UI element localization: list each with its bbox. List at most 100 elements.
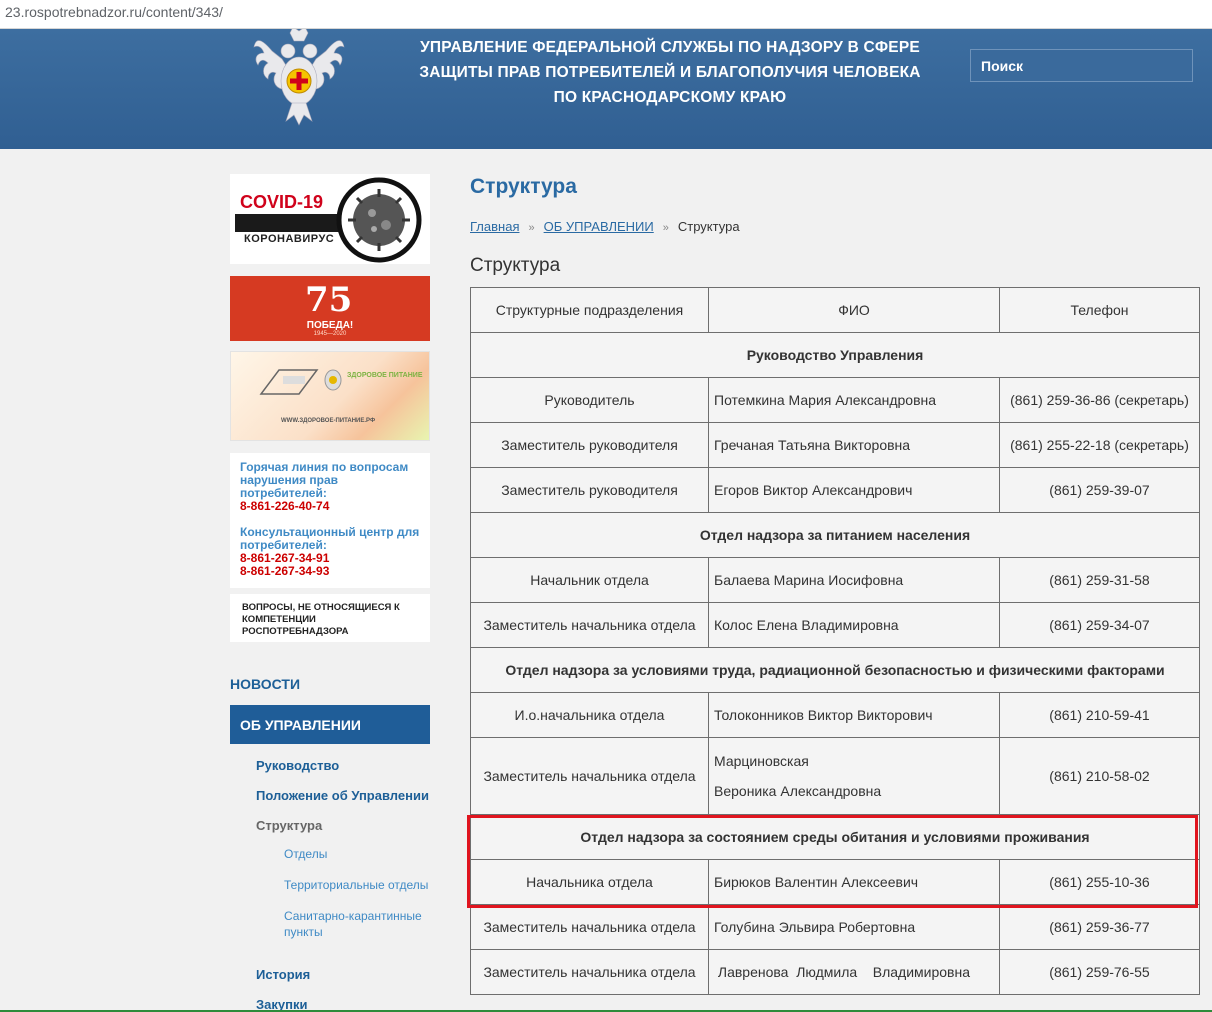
pobeda-years: 1945—2020 — [313, 331, 347, 337]
cell-name: Бирюков Валентин Алексеевич — [708, 859, 1000, 905]
title-line-2: ЗАЩИТЫ ПРАВ ПОТРЕБИТЕЛЕЙ И БЛАГОПОЛУЧИЯ … — [419, 64, 921, 81]
nav-sub-departments[interactable]: Отделы — [284, 846, 434, 862]
table-row: Заместитель начальника отдела Марциновска… — [470, 737, 1200, 815]
cell-phone: (861) 259-76-55 — [999, 949, 1200, 995]
nav-news[interactable]: НОВОСТИ — [230, 676, 300, 692]
cell-name: Балаева Марина Иосифовна — [708, 557, 1000, 603]
header-cell-department: Структурные подразделения — [470, 287, 709, 333]
cell-position: Начальника отдела — [470, 859, 709, 905]
cell-name: Колос Елена Владимировна — [708, 602, 1000, 648]
cell-position: Заместитель руководителя — [470, 467, 709, 513]
cell-phone: (861) 259-39-07 — [999, 467, 1200, 513]
cell-position: Заместитель начальника отдела — [470, 602, 709, 648]
cell-position: Начальник отдела — [470, 557, 709, 603]
table-header-row: Структурные подразделения ФИО Телефон — [470, 287, 1200, 333]
table-row: Заместитель начальника отдела Голубина Эл… — [470, 904, 1200, 950]
virus-icon — [336, 177, 422, 263]
cell-phone: (861) 259-31-58 — [999, 557, 1200, 603]
healthy-food-banner[interactable]: ЗДОРОВОЕ ПИТАНИЕ WWW.ЗДОРОВОЕ-ПИТАНИЕ.РФ — [230, 351, 430, 441]
emblem-small-icon — [324, 369, 342, 391]
cell-name: Марциновская Вероника Александровна — [708, 737, 1000, 815]
table-section-row: Отдел надзора за питанием населения — [470, 512, 1200, 558]
name-line: Вероника Александровна — [714, 783, 882, 799]
pobeda-label: ПОБЕДА! — [306, 320, 354, 331]
header-cell-phone: Телефон — [999, 287, 1200, 333]
covid-subtitle: КОРОНАВИРУС — [244, 233, 335, 245]
cell-position: Заместитель руководителя — [470, 422, 709, 468]
other-questions-banner[interactable]: ВОПРОСЫ, НЕ ОТНОСЯЩИЕСЯ К КОМПЕТЕНЦИИ РО… — [230, 594, 430, 642]
url-text[interactable]: 23.rospotrebnadzor.ru/content/343/ — [5, 4, 223, 20]
table-row: Заместитель руководителя Егоров Виктор Ал… — [470, 467, 1200, 513]
cell-phone: (861) 210-58-02 — [999, 737, 1200, 815]
name-line: Марциновская — [714, 753, 809, 769]
cell-position: Руководитель — [470, 377, 709, 423]
cell-phone: (861) 255-22-18 (секретарь) — [999, 422, 1200, 468]
title-line-3: ПО КРАСНОДАРСКОМУ КРАЮ — [553, 89, 787, 106]
table-row: Заместитель руководителя Гречаная Татьяна… — [470, 422, 1200, 468]
food-site: WWW.ЗДОРОВОЕ-ПИТАНИЕ.РФ — [281, 418, 376, 424]
title-line-1: УПРАВЛЕНИЕ ФЕДЕРАЛЬНОЙ СЛУЖБЫ ПО НАДЗОРУ… — [420, 39, 920, 56]
nav-item-history[interactable]: История — [256, 967, 310, 982]
breadcrumb-section[interactable]: ОБ УПРАВЛЕНИИ — [544, 219, 654, 234]
hotline-phone[interactable]: 8-861-226-40-74 — [240, 500, 420, 513]
consult-phone-2[interactable]: 8-861-267-34-93 — [240, 565, 420, 578]
address-bar[interactable]: 23.rospotrebnadzor.ru/content/343/ — [0, 0, 1212, 29]
cell-position: Заместитель начальника отдела — [470, 949, 709, 995]
breadcrumb-current: Структура — [677, 219, 740, 234]
cell-phone: (861) 259-34-07 — [999, 602, 1200, 648]
table-row: Заместитель начальника отдела Лавренова … — [470, 949, 1200, 995]
breadcrumb-home[interactable]: Главная — [470, 219, 519, 234]
cell-name: Гречаная Татьяна Викторовна — [708, 422, 1000, 468]
nav-about[interactable]: ОБ УПРАВЛЕНИИ — [230, 705, 430, 744]
cell-position: И.о.начальника отдела — [470, 692, 709, 738]
coat-of-arms-emblem-icon[interactable] — [252, 29, 346, 129]
table-row: Начальник отдела Балаева Марина Иосифовна… — [470, 557, 1200, 603]
hotline-box: Горячая линия по вопросам нарушения прав… — [230, 453, 430, 588]
table-row: И.о.начальника отдела Толоконников Виктор… — [470, 692, 1200, 738]
covid-banner[interactable]: COVID-19 КОРОНАВИРУС — [230, 174, 430, 264]
breadcrumb-separator: » — [528, 222, 535, 234]
table-section-row: Руководство Управления — [470, 332, 1200, 378]
page-title: Структура — [470, 175, 577, 198]
consult-title: Консультационный центр для потребителей: — [240, 525, 420, 552]
content-title: Структура — [470, 255, 561, 276]
cell-name: Толоконников Виктор Викторович — [708, 692, 1000, 738]
pobeda-banner[interactable]: 75 ПОБЕДА! 1945—2020 — [230, 276, 430, 341]
table-section-row: Отдел надзора за состоянием среды обитан… — [470, 814, 1200, 860]
cell-name: Голубина Эльвира Робертовна — [708, 904, 1000, 950]
food-label: ЗДОРОВОЕ ПИТАНИЕ — [347, 372, 423, 379]
cell-name: Егоров Виктор Александрович — [708, 467, 1000, 513]
cell-phone: (861) 255-10-36 — [999, 859, 1200, 905]
cell-phone: (861) 259-36-86 (секретарь) — [999, 377, 1200, 423]
table-row: Руководитель Потемкина Мария Александровн… — [470, 377, 1200, 423]
section-title: Отдел надзора за питанием населения — [470, 512, 1200, 558]
table-row: Начальника отдела Бирюков Валентин Алексе… — [470, 859, 1200, 905]
nav-item-leadership[interactable]: Руководство — [256, 758, 339, 773]
structure-table: Структурные подразделения ФИО Телефон Ру… — [470, 287, 1200, 995]
covid-title: COVID-19 — [240, 192, 324, 212]
pobeda-number: 75 — [305, 280, 353, 320]
ministry-logo-icon — [259, 369, 319, 395]
organization-title: УПРАВЛЕНИЕ ФЕДЕРАЛЬНОЙ СЛУЖБЫ ПО НАДЗОРУ… — [400, 35, 940, 110]
nav-item-regulation[interactable]: Положение об Управлении — [256, 788, 429, 803]
breadcrumb: Главная » ОБ УПРАВЛЕНИИ » Структура — [470, 219, 740, 234]
section-title: Отдел надзора за условиями труда, радиац… — [470, 647, 1200, 693]
hotline-title: Горячая линия по вопросам нарушения прав… — [240, 460, 409, 500]
cell-phone: (861) 259-36-77 — [999, 904, 1200, 950]
nav-item-structure[interactable]: Структура — [256, 818, 322, 833]
header-cell-name: ФИО — [708, 287, 1000, 333]
search-input[interactable]: Поиск — [970, 49, 1193, 82]
cell-position: Заместитель начальника отдела — [470, 737, 709, 815]
site-header: УПРАВЛЕНИЕ ФЕДЕРАЛЬНОЙ СЛУЖБЫ ПО НАДЗОРУ… — [0, 29, 1212, 149]
nav-sub-quarantine[interactable]: Санитарно-карантинные пункты — [284, 908, 434, 940]
table-section-row: Отдел надзора за условиями труда, радиац… — [470, 647, 1200, 693]
cell-position: Заместитель начальника отдела — [470, 904, 709, 950]
cell-name: Лавренова Людмила Владимировна — [708, 949, 1000, 995]
section-title: Отдел надзора за состоянием среды обитан… — [470, 814, 1200, 860]
cell-name: Потемкина Мария Александровна — [708, 377, 1000, 423]
table-row: Заместитель начальника отдела Колос Елена… — [470, 602, 1200, 648]
nav-sub-territorial[interactable]: Территориальные отделы — [284, 877, 434, 893]
covid-bar — [235, 214, 350, 232]
sidebar: COVID-19 КОРОНАВИРУС 75 ПОБЕДА! 1945—202… — [230, 174, 430, 642]
section-title: Руководство Управления — [470, 332, 1200, 378]
